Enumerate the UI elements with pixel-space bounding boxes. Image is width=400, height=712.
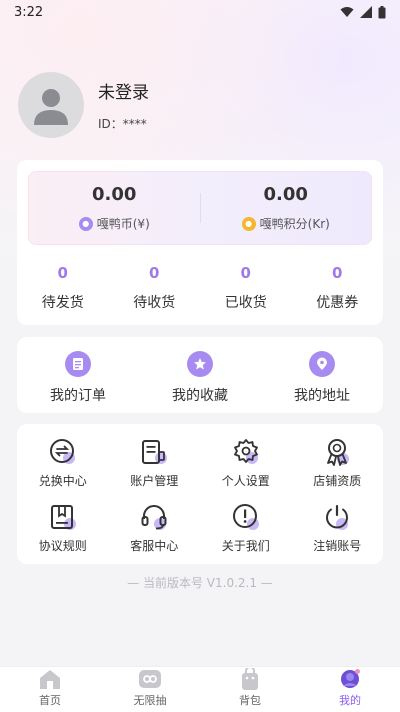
tab-label: 无限抽: [133, 694, 167, 707]
service-label: 客服中心: [130, 539, 179, 553]
service-label: 店铺资质: [313, 474, 362, 488]
profile-header[interactable]: 未登录 ID：****: [18, 72, 149, 138]
wallet-points-value: 0.00: [263, 184, 308, 205]
service-label: 个人设置: [221, 474, 270, 488]
coin-purple-icon: ●: [78, 216, 93, 231]
version-text: — 当前版本号 V1.0.2.1 —: [127, 576, 273, 590]
personal-settings-button[interactable]: 个人设置: [200, 438, 292, 489]
stat-count: 0: [149, 264, 160, 282]
wallet-points[interactable]: 0.00 ● 嘎鸭积分(Kr): [201, 172, 372, 244]
wallet-coin-value: 0.00: [92, 184, 137, 205]
service-label: 账户管理: [130, 474, 179, 488]
avatar[interactable]: [18, 72, 84, 138]
location-pin-icon: [309, 351, 335, 377]
order-list-icon: [65, 351, 91, 377]
exchange-center-button[interactable]: 兑换中心: [17, 438, 109, 489]
order-stat-pending-ship[interactable]: 0 待发货: [17, 264, 109, 312]
wallet-card: 0.00 ● 嘎鸭币(¥) 0.00 ● 嘎鸭积分(Kr) 0 待发货 0 待收…: [17, 160, 383, 325]
service-label: 协议规则: [38, 539, 87, 553]
star-icon: [187, 351, 213, 377]
infinity-icon: [139, 670, 161, 688]
about-us-button[interactable]: 关于我们: [200, 503, 292, 554]
headset-icon: [141, 505, 167, 530]
tab-backpack[interactable]: 背包: [200, 667, 300, 712]
bookmark-doc-icon: [50, 505, 76, 530]
store-qualification-button[interactable]: 店铺资质: [292, 438, 384, 489]
order-stat-received[interactable]: 0 已收货: [200, 264, 292, 312]
award-badge-icon: [327, 439, 350, 466]
username[interactable]: 未登录: [98, 78, 149, 103]
cancel-account-button[interactable]: 注销账号: [292, 503, 384, 554]
tab-profile[interactable]: 我的: [300, 667, 400, 712]
my-orders-button[interactable]: 我的订单: [17, 337, 139, 413]
wallet-coin[interactable]: 0.00 ● 嘎鸭币(¥): [29, 172, 200, 244]
tab-label: 我的: [339, 694, 361, 707]
coin-gold-icon: ●: [241, 216, 256, 231]
shortcut-label: 我的地址: [294, 388, 350, 404]
shortcut-label: 我的收藏: [172, 388, 228, 404]
default-avatar-icon: [34, 89, 68, 125]
order-stats: 0 待发货 0 待收货 0 已收货 0 优惠券: [17, 264, 383, 312]
stat-label: 待收货: [133, 295, 176, 311]
tab-label: 背包: [239, 694, 261, 707]
tab-home[interactable]: 首页: [0, 667, 100, 712]
backpack-icon: [242, 668, 258, 690]
status-icons: [340, 5, 386, 19]
exchange-icon: [49, 439, 75, 464]
power-icon: [326, 505, 349, 530]
wifi-icon: [340, 7, 354, 17]
profile-icon: [341, 669, 360, 688]
customer-service-button[interactable]: 客服中心: [109, 503, 201, 554]
account-icon: [142, 440, 168, 464]
stat-count: 0: [57, 264, 68, 282]
service-label: 关于我们: [221, 539, 270, 553]
wallet-coin-label: 嘎鸭币(¥): [96, 217, 150, 231]
my-address-button[interactable]: 我的地址: [261, 337, 383, 413]
wallet-points-label: 嘎鸭积分(Kr): [259, 217, 330, 231]
order-stat-coupons[interactable]: 0 优惠券: [292, 264, 384, 312]
order-stat-pending-receive[interactable]: 0 待收货: [109, 264, 201, 312]
service-label: 注销账号: [313, 539, 362, 553]
my-favorites-button[interactable]: 我的收藏: [139, 337, 261, 413]
wallet-panel: 0.00 ● 嘎鸭币(¥) 0.00 ● 嘎鸭积分(Kr): [28, 171, 372, 245]
tab-unlimited-draw[interactable]: 无限抽: [100, 667, 200, 712]
account-management-button[interactable]: 账户管理: [109, 438, 201, 489]
service-card: 兑换中心 账户管理 个人设置 店铺资质 协议规则 客服中心 关于我们 注销账号: [17, 424, 383, 564]
stat-label: 优惠券: [316, 295, 359, 311]
signal-icon: [360, 6, 372, 18]
service-label: 兑换中心: [38, 474, 87, 488]
shortcut-card: 我的订单 我的收藏 我的地址: [17, 337, 383, 413]
gear-icon: [233, 439, 258, 464]
service-grid: 兑换中心 账户管理 个人设置 店铺资质 协议规则 客服中心 关于我们 注销账号: [17, 424, 383, 554]
status-time: 3:22: [14, 4, 44, 20]
home-icon: [40, 670, 60, 689]
shortcut-label: 我的订单: [50, 388, 106, 404]
status-bar: 3:22: [0, 0, 400, 24]
agreement-rules-button[interactable]: 协议规则: [17, 503, 109, 554]
stat-label: 待发货: [41, 295, 84, 311]
user-id: ID：****: [98, 117, 147, 131]
stat-count: 0: [332, 264, 343, 282]
battery-icon: [378, 5, 386, 18]
stat-count: 0: [240, 264, 251, 282]
stat-label: 已收货: [224, 295, 267, 311]
info-icon: [232, 504, 259, 530]
bottom-tab-bar: 首页 无限抽 背包 我的: [0, 666, 400, 712]
tab-label: 首页: [39, 694, 61, 707]
